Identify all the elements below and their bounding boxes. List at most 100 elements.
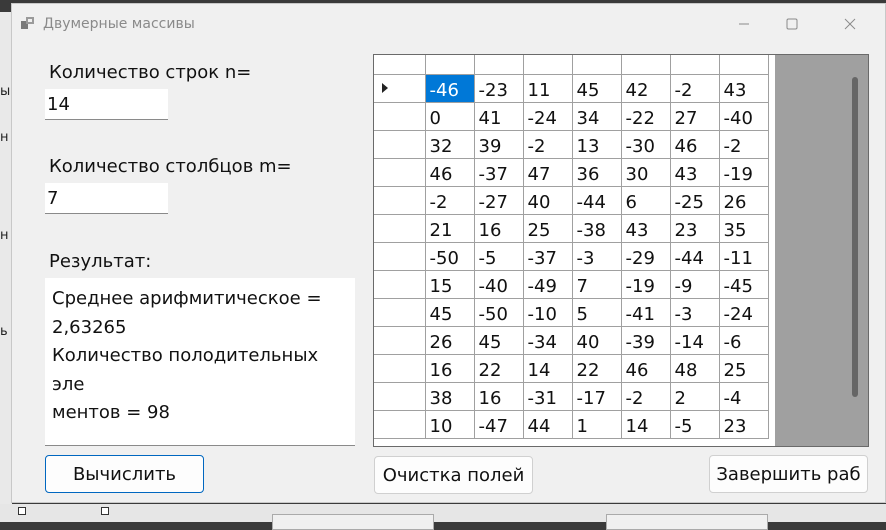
matrix-cell[interactable]: -40	[473, 269, 524, 299]
matrix-cell[interactable]: -24	[522, 101, 573, 131]
matrix-cell[interactable]: -37	[473, 157, 524, 187]
matrix-cell[interactable]: 47	[522, 157, 573, 187]
matrix-cell[interactable]: -49	[522, 269, 573, 299]
exit-button[interactable]: Завершить раб	[709, 455, 868, 493]
matrix-cell[interactable]: -19	[620, 269, 671, 299]
matrix-cell[interactable]: -41	[620, 297, 671, 327]
matrix-cell[interactable]: -3	[669, 297, 720, 327]
column-header-cell[interactable]	[522, 55, 573, 75]
matrix-cell[interactable]: 10	[424, 409, 475, 439]
matrix-cell[interactable]: -2	[424, 185, 475, 215]
matrix-cell[interactable]: -2	[669, 73, 720, 103]
column-header-cell[interactable]	[669, 55, 720, 75]
matrix-cell[interactable]: 30	[620, 157, 671, 187]
matrix-cell[interactable]: 42	[620, 73, 671, 103]
matrix-cell[interactable]: -24	[718, 297, 769, 327]
row-header-cell[interactable]	[374, 129, 426, 159]
matrix-cell[interactable]: 23	[718, 409, 769, 439]
matrix-cell[interactable]: -31	[522, 381, 573, 411]
matrix-cell[interactable]: 16	[424, 353, 475, 383]
row-header-cell[interactable]	[374, 241, 426, 271]
matrix-cell[interactable]: 48	[669, 353, 720, 383]
matrix-cell[interactable]: -2	[522, 129, 573, 159]
matrix-cell[interactable]: -4	[718, 381, 769, 411]
maximize-button[interactable]	[772, 12, 812, 36]
matrix-cell[interactable]: -6	[718, 325, 769, 355]
matrix-cell[interactable]: -14	[669, 325, 720, 355]
matrix-cell[interactable]: -40	[718, 101, 769, 131]
matrix-cell[interactable]: 39	[473, 129, 524, 159]
matrix-cell[interactable]: -19	[718, 157, 769, 187]
matrix-cell[interactable]: 43	[620, 213, 671, 243]
matrix-cell[interactable]: -29	[620, 241, 671, 271]
matrix-cell[interactable]: -11	[718, 241, 769, 271]
resize-handle[interactable]	[18, 507, 26, 515]
row-header-cell[interactable]	[374, 157, 426, 187]
cols-input[interactable]	[45, 183, 168, 214]
matrix-cell[interactable]: -45	[718, 269, 769, 299]
matrix-cell[interactable]: 16	[473, 381, 524, 411]
matrix-cell[interactable]: 45	[424, 297, 475, 327]
vertical-scrollbar[interactable]	[852, 77, 858, 397]
matrix-cell[interactable]: 16	[473, 213, 524, 243]
matrix-cell[interactable]: 27	[669, 101, 720, 131]
matrix-cell[interactable]: 5	[571, 297, 622, 327]
result-textbox[interactable]: Среднее арифмитическое = 2,63265 Количес…	[45, 278, 355, 446]
close-button[interactable]	[830, 12, 870, 36]
matrix-cell[interactable]: 43	[669, 157, 720, 187]
row-header-cell[interactable]	[374, 73, 426, 103]
matrix-cell[interactable]: 6	[620, 185, 671, 215]
column-header-cell[interactable]	[620, 55, 671, 75]
matrix-cell[interactable]: -10	[522, 297, 573, 327]
matrix-cell[interactable]: 7	[571, 269, 622, 299]
matrix-cell[interactable]: -3	[571, 241, 622, 271]
corner-header-cell[interactable]	[374, 55, 426, 75]
matrix-cell[interactable]: -30	[620, 129, 671, 159]
column-header-cell[interactable]	[571, 55, 622, 75]
matrix-cell[interactable]: -46	[424, 73, 475, 103]
matrix-cell[interactable]: 46	[669, 129, 720, 159]
column-header-cell[interactable]	[473, 55, 524, 75]
matrix-cell[interactable]: 38	[424, 381, 475, 411]
row-header-cell[interactable]	[374, 325, 426, 355]
matrix-cell[interactable]: 25	[522, 213, 573, 243]
matrix-cell[interactable]: 1	[571, 409, 622, 439]
matrix-cell[interactable]: 26	[424, 325, 475, 355]
matrix-datagrid[interactable]: -46 -23 11 45 42 -2 43 0 41 -24 34 -22 27 -40 32 39 -2 13…	[373, 54, 869, 447]
matrix-cell[interactable]: 14	[620, 409, 671, 439]
clear-button[interactable]: Очистка полей	[374, 456, 533, 494]
matrix-cell[interactable]: 46	[620, 353, 671, 383]
matrix-cell[interactable]: 2	[669, 381, 720, 411]
matrix-cell[interactable]: 36	[571, 157, 622, 187]
row-header-cell[interactable]	[374, 185, 426, 215]
matrix-cell[interactable]: -17	[571, 381, 622, 411]
matrix-cell[interactable]: 26	[718, 185, 769, 215]
resize-handle[interactable]	[101, 507, 109, 515]
row-header-cell[interactable]	[374, 101, 426, 131]
matrix-cell[interactable]: 11	[522, 73, 573, 103]
matrix-cell[interactable]: 40	[522, 185, 573, 215]
rows-input[interactable]	[45, 89, 168, 120]
matrix-cell[interactable]: -9	[669, 269, 720, 299]
matrix-cell[interactable]: 14	[522, 353, 573, 383]
matrix-cell[interactable]: 13	[571, 129, 622, 159]
matrix-cell[interactable]: 22	[571, 353, 622, 383]
minimize-button[interactable]	[724, 12, 764, 36]
matrix-cell[interactable]: 15	[424, 269, 475, 299]
matrix-cell[interactable]: 40	[571, 325, 622, 355]
matrix-cell[interactable]: 43	[718, 73, 769, 103]
column-header-cell[interactable]	[424, 55, 475, 75]
matrix-cell[interactable]: -2	[718, 129, 769, 159]
matrix-cell[interactable]: -5	[473, 241, 524, 271]
matrix-cell[interactable]: -23	[473, 73, 524, 103]
matrix-cell[interactable]: -39	[620, 325, 671, 355]
row-header-cell[interactable]	[374, 409, 426, 439]
matrix-cell[interactable]: 25	[718, 353, 769, 383]
matrix-cell[interactable]: -50	[473, 297, 524, 327]
matrix-cell[interactable]: -37	[522, 241, 573, 271]
matrix-cell[interactable]: -34	[522, 325, 573, 355]
matrix-cell[interactable]: 21	[424, 213, 475, 243]
compute-button[interactable]: Вычислить	[45, 455, 204, 493]
matrix-cell[interactable]: -22	[620, 101, 671, 131]
matrix-cell[interactable]: 44	[522, 409, 573, 439]
